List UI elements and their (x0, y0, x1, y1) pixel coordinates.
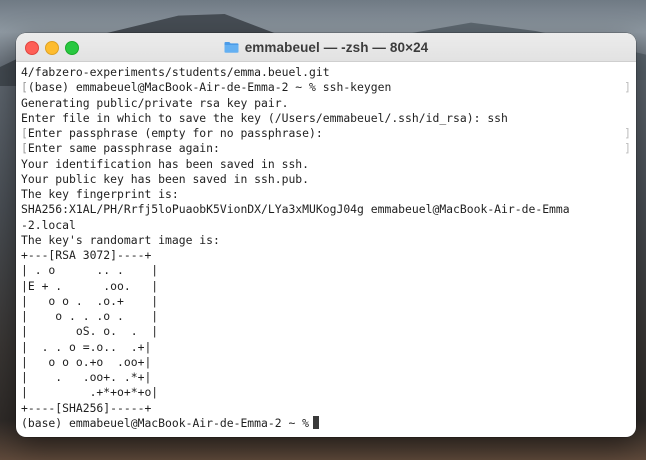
terminal-line: | .+*+o+*+o| (21, 385, 636, 400)
terminal-line: | . .oo+. .*+| (21, 370, 636, 385)
window-title-group: emmabeuel — -zsh — 80×24 (16, 33, 636, 61)
terminal-line-text: | o o . .o.+ | (21, 293, 159, 308)
terminal-line: | o o . .o.+ | (21, 294, 636, 309)
terminal-line-text: | . o .. . | (21, 263, 159, 278)
line-mark-right: ] (624, 126, 631, 140)
terminal-line-text: Your public key has been saved in ssh.pu… (21, 171, 310, 186)
terminal-window[interactable]: emmabeuel — -zsh — 80×24 4/fabzero-exper… (16, 33, 636, 437)
window-title: emmabeuel — -zsh — 80×24 (244, 39, 429, 55)
terminal-line-text: | . . o =.o.. .+| (21, 339, 152, 354)
terminal-line: The key's randomart image is: (21, 233, 636, 248)
text-cursor[interactable] (313, 415, 320, 429)
line-mark-right: ] (624, 80, 631, 95)
terminal-line-text: SHA256:X1AL/PH/Rrfj5loPuaobK5VionDX/LYa3… (21, 202, 570, 217)
terminal-line: | o . . .o . | (21, 309, 636, 324)
terminal-line: | . o .. . | (21, 263, 636, 278)
terminal-line-text: -2.local (21, 217, 76, 232)
terminal-line-text: Enter same passphrase again: (27, 141, 220, 156)
terminal-line-text: |E + . .oo. | (21, 278, 159, 293)
terminal-line: [Enter passphrase (empty for no passphra… (21, 126, 636, 141)
terminal-line: SHA256:X1AL/PH/Rrfj5loPuaobK5VionDX/LYa3… (21, 202, 636, 217)
line-mark-left: [ (21, 126, 28, 140)
terminal-line: | . . o =.o.. .+| (21, 340, 636, 355)
terminal-line: [Enter same passphrase again:] (21, 141, 636, 156)
title-bar[interactable]: emmabeuel — -zsh — 80×24 (16, 33, 636, 62)
terminal-line-text: 4/fabzero-experiments/students/emma.beue… (21, 65, 330, 79)
terminal-line: Your identification has been saved in ss… (21, 157, 636, 172)
terminal-line-text: Your identification has been saved in ss… (21, 156, 310, 171)
terminal-line-text: Enter passphrase (empty for no passphras… (27, 126, 323, 140)
terminal-line: (base) emmabeuel@MacBook-Air-de-Emma-2 ~… (21, 415, 636, 431)
terminal-line: |E + . .oo. | (21, 279, 636, 294)
terminal-line-text: The key's randomart image is: (21, 232, 220, 247)
terminal-line-text: Generating public/private rsa key pair. (21, 95, 289, 110)
terminal-line-text: +----[SHA256]-----+ (21, 400, 152, 415)
terminal-line-text: The key fingerprint is: (21, 187, 179, 201)
terminal-line-text: | . .oo+. .*+| (21, 370, 152, 384)
line-mark-right: ] (624, 141, 631, 156)
terminal-line-text: | oS. o. . | (21, 324, 159, 339)
line-mark-left: [ (21, 141, 28, 156)
terminal-line: +----[SHA256]-----+ (21, 401, 636, 416)
terminal-line: -2.local (21, 218, 636, 233)
terminal-line: | oS. o. . | (21, 324, 636, 339)
terminal-line-text: Enter file in which to save the key (/Us… (21, 110, 508, 125)
terminal-line: 4/fabzero-experiments/students/emma.beue… (21, 65, 636, 80)
terminal-line-text: +---[RSA 3072]----+ (21, 248, 152, 262)
terminal-line: Your public key has been saved in ssh.pu… (21, 172, 636, 187)
terminal-line-text: (base) emmabeuel@MacBook-Air-de-Emma-2 ~… (27, 80, 392, 95)
terminal-line: Enter file in which to save the key (/Us… (21, 111, 636, 126)
terminal-line: +---[RSA 3072]----+ (21, 248, 636, 263)
terminal-line: | o o o.+o .oo+| (21, 355, 636, 370)
line-mark-left: [ (21, 80, 28, 95)
terminal-content[interactable]: 4/fabzero-experiments/students/emma.beue… (16, 62, 636, 431)
shell-prompt: (base) emmabeuel@MacBook-Air-de-Emma-2 ~… (21, 415, 310, 430)
terminal-line: [(base) emmabeuel@MacBook-Air-de-Emma-2 … (21, 80, 636, 95)
terminal-line: Generating public/private rsa key pair. (21, 96, 636, 111)
terminal-line: The key fingerprint is: (21, 187, 636, 202)
folder-icon (224, 41, 239, 53)
terminal-line-text: | o o o.+o .oo+| (21, 354, 152, 369)
terminal-line-text: | .+*+o+*+o| (21, 385, 159, 400)
terminal-line-text: | o . . .o . | (21, 309, 159, 323)
